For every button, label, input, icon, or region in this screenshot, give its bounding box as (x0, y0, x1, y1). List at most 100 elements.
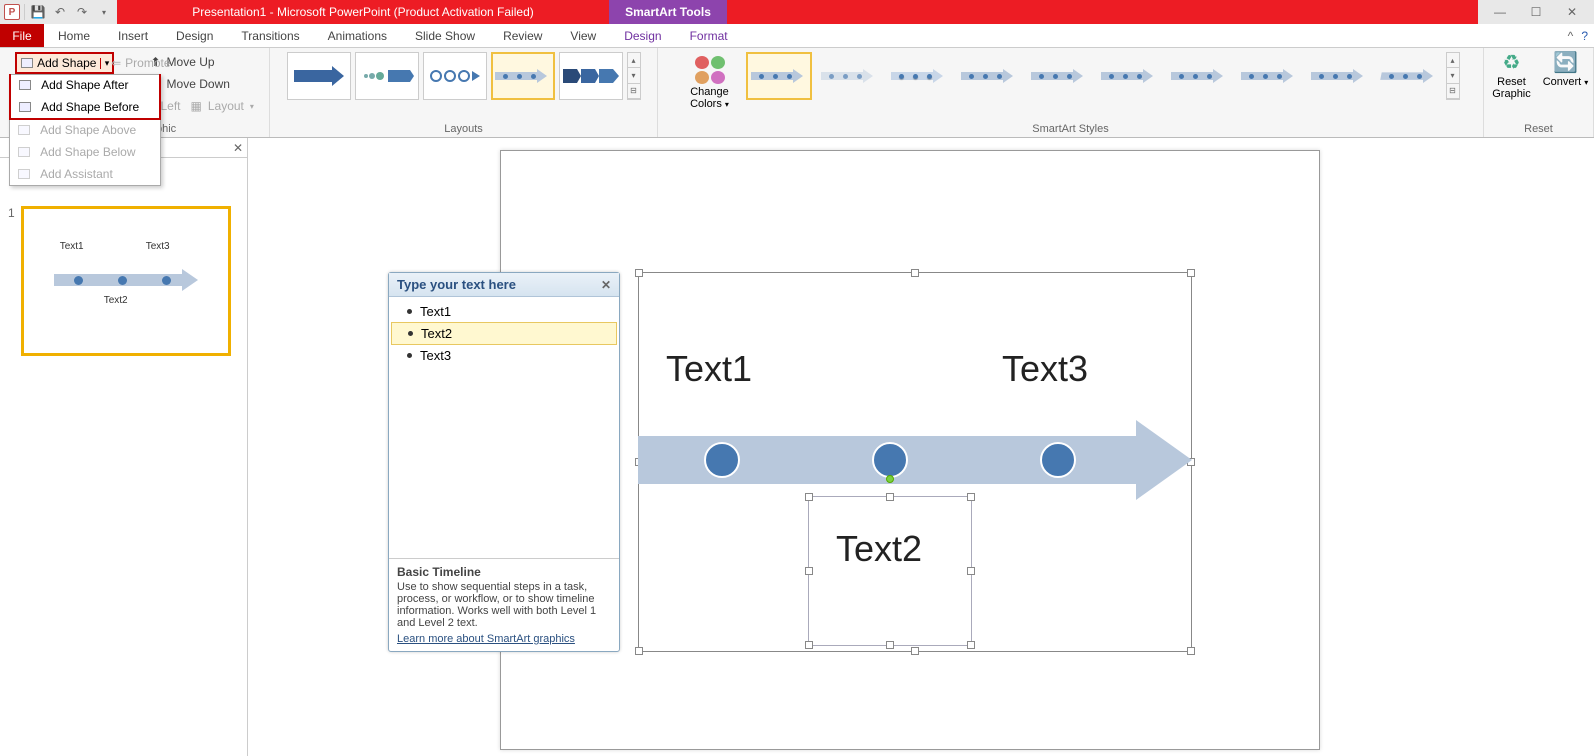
layout-option-4-selected[interactable] (491, 52, 555, 100)
text-pane-close-icon[interactable]: ✕ (601, 278, 611, 292)
style-option-8[interactable] (1236, 52, 1302, 100)
tab-file[interactable]: File (0, 24, 44, 47)
smartart-label-3[interactable]: Text3 (1002, 348, 1088, 390)
layout-option-1[interactable] (287, 52, 351, 100)
styles-scroll: ▴ ▾ ⊟ (1446, 52, 1460, 100)
style-option-2[interactable] (816, 52, 882, 100)
layout-option-2[interactable] (355, 52, 419, 100)
tab-review[interactable]: Review (489, 24, 556, 47)
resize-handle[interactable] (967, 641, 975, 649)
resize-handle[interactable] (967, 493, 975, 501)
close-icon[interactable]: ✕ (1554, 0, 1590, 24)
smartart-node-3[interactable] (1040, 442, 1076, 478)
resize-handle[interactable] (911, 269, 919, 277)
text-pane-item-2-selected[interactable]: Text2 (391, 322, 617, 345)
resize-handle[interactable] (1187, 269, 1195, 277)
resize-handle[interactable] (805, 641, 813, 649)
resize-handle[interactable] (886, 493, 894, 501)
redo-icon[interactable]: ↷ (73, 3, 91, 21)
bullet-icon (408, 331, 413, 336)
resize-handle[interactable] (805, 493, 813, 501)
qat-customize-icon[interactable]: ▾ (95, 3, 113, 21)
style-option-3[interactable] (886, 52, 952, 100)
text-pane-footer-title: Basic Timeline (397, 565, 611, 579)
undo-icon[interactable]: ↶ (51, 3, 69, 21)
smartart-label-2-selection[interactable] (808, 496, 972, 646)
ribbon-tabs: File Home Insert Design Transitions Anim… (0, 24, 1594, 48)
text-pane-item-1[interactable]: Text1 (391, 301, 617, 322)
menu-add-shape-below: Add Shape Below (10, 141, 160, 163)
maximize-icon[interactable]: ☐ (1518, 0, 1554, 24)
move-down-button[interactable]: ⬇Move Down (150, 74, 253, 94)
text-pane-body[interactable]: Text1 Text2 Text3 (389, 297, 619, 558)
text-pane-header: Type your text here ✕ (389, 273, 619, 297)
smartart-label-2[interactable]: Text2 (836, 528, 922, 570)
save-icon[interactable]: 💾 (29, 3, 47, 21)
text-pane-footer: Basic Timeline Use to show sequential st… (389, 558, 619, 651)
gallery-up-icon[interactable]: ▴ (1447, 53, 1459, 68)
convert-button[interactable]: 🔄 Convert ▾ (1541, 52, 1591, 88)
slide-thumbnail-1[interactable]: Text1 Text3 Text2 (21, 206, 231, 356)
smartart-node-2[interactable] (872, 442, 908, 478)
tab-slideshow[interactable]: Slide Show (401, 24, 489, 47)
promote-button[interactable]: ⇐Promote (111, 52, 170, 74)
text-pane-learn-more-link[interactable]: Learn more about SmartArt graphics (397, 633, 575, 645)
group-label-reset: Reset (1524, 121, 1553, 137)
gallery-down-icon[interactable]: ▾ (1447, 68, 1459, 83)
change-colors-button[interactable]: Change Colors ▾ (682, 52, 738, 110)
style-option-6[interactable] (1096, 52, 1162, 100)
tab-transitions[interactable]: Transitions (227, 24, 313, 47)
layout-option-3[interactable] (423, 52, 487, 100)
tab-home[interactable]: Home (44, 24, 104, 47)
gallery-up-icon[interactable]: ▴ (628, 53, 640, 68)
menu-add-shape-after[interactable]: Add Shape After (11, 74, 159, 96)
smartart-label-1[interactable]: Text1 (666, 348, 752, 390)
style-option-9[interactable] (1306, 52, 1372, 100)
tab-smartart-format[interactable]: Format (676, 24, 742, 47)
smartart-node-1[interactable] (704, 442, 740, 478)
reset-graphic-button[interactable]: ♻ Reset Graphic (1487, 52, 1537, 100)
text-pane-item-3[interactable]: Text3 (391, 345, 617, 366)
slide-thumb-wrap: 1 Text1 Text3 Text2 (0, 198, 247, 364)
convert-label: Convert (1543, 76, 1582, 88)
tab-view[interactable]: View (556, 24, 610, 47)
window-controls: — ☐ ✕ (1478, 0, 1594, 24)
text-pane-item-label: Text3 (420, 348, 451, 363)
resize-handle[interactable] (967, 567, 975, 575)
rotate-handle[interactable] (886, 475, 894, 483)
resize-handle[interactable] (1187, 647, 1195, 655)
gallery-more-icon[interactable]: ⊟ (628, 84, 640, 99)
group-layouts: ▴ ▾ ⊟ Layouts (270, 48, 658, 137)
style-option-1-selected[interactable] (746, 52, 812, 100)
add-shape-area: Add Shape ▾ ⇐Promote Add Shape After (15, 52, 114, 74)
resize-handle[interactable] (635, 269, 643, 277)
thumb-text2: Text2 (104, 295, 128, 306)
gallery-more-icon[interactable]: ⊟ (1447, 84, 1459, 99)
tab-design[interactable]: Design (162, 24, 227, 47)
minimize-icon[interactable]: — (1482, 0, 1518, 24)
help-icon[interactable]: ? (1581, 29, 1588, 43)
style-option-7[interactable] (1166, 52, 1232, 100)
group-create-graphic: Add Shape ▾ ⇐Promote Add Shape After (0, 48, 270, 137)
quick-access-toolbar: P 💾 ↶ ↷ ▾ (0, 0, 117, 24)
tab-insert[interactable]: Insert (104, 24, 162, 47)
resize-handle[interactable] (886, 641, 894, 649)
resize-handle[interactable] (635, 647, 643, 655)
tab-animations[interactable]: Animations (314, 24, 401, 47)
style-option-5[interactable] (1026, 52, 1092, 100)
text-pane-item-label: Text1 (420, 304, 451, 319)
resize-handle[interactable] (911, 647, 919, 655)
resize-handle[interactable] (805, 567, 813, 575)
slide-canvas[interactable]: Type your text here ✕ Text1 Text2 Text3 … (248, 138, 1594, 756)
minimize-ribbon-icon[interactable]: ^ (1568, 29, 1574, 43)
menu-add-shape-before[interactable]: Add Shape Before (11, 96, 159, 118)
tab-smartart-design[interactable]: Design (610, 24, 675, 47)
add-shape-split-button[interactable]: Add Shape ▾ (15, 52, 114, 74)
panel-close-icon[interactable]: ✕ (233, 141, 243, 155)
style-option-4[interactable] (956, 52, 1022, 100)
style-option-10[interactable] (1376, 52, 1442, 100)
layout-option-5[interactable] (559, 52, 623, 100)
gallery-down-icon[interactable]: ▾ (628, 68, 640, 83)
window-title: Presentation1 - Microsoft PowerPoint (Pr… (117, 0, 609, 24)
bullet-icon (407, 309, 412, 314)
